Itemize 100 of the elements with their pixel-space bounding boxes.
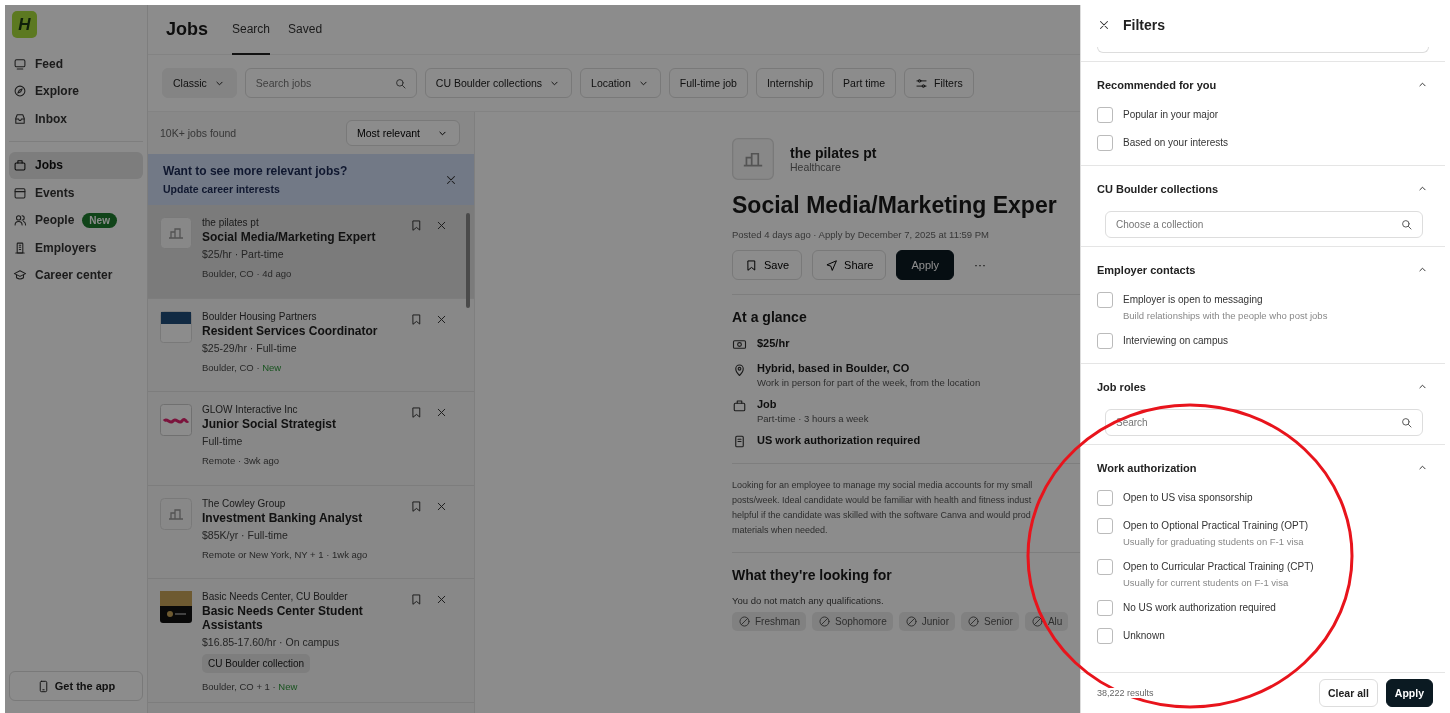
job-pay: Full-time [202,435,244,447]
sidebar-item[interactable]: Jobs [9,151,143,179]
checkbox[interactable] [1097,628,1113,644]
checkbox[interactable] [1097,107,1113,123]
app-logo[interactable]: H [12,11,37,38]
option-label: Open to US visa sponsorship [1123,491,1253,505]
save-button[interactable]: Save [732,250,803,280]
results-count: 10K+ jobs found [160,127,237,139]
close-icon [435,593,448,606]
company-logo-placeholder [732,138,774,180]
update-interests-link[interactable]: Update career interests [163,183,348,195]
company-logo-placeholder [160,217,192,249]
job-card[interactable]: Boulder Housing Partners Resident Services Coordinator $25-29/hr · Full-time Boulder, CO · New [148,298,474,392]
results-count: 38,222 results [1097,688,1154,698]
company-logo [160,310,192,343]
filter-chip[interactable]: Part time [832,68,897,98]
sidebar-item[interactable]: Explore [9,77,143,105]
filter-chip[interactable]: Internship [755,68,825,98]
glance-title: $25/hr [757,337,790,349]
sort-dropdown[interactable]: Most relevant [345,120,460,146]
more-button[interactable]: ··· [963,258,996,272]
filter-chip[interactable]: CU Boulder collections [424,68,573,98]
sidebar-item[interactable]: Inbox [9,105,143,133]
glance-title: US work authorization required [757,434,921,446]
company-name: the pilates pt [790,145,877,161]
qualification-chip: Freshman [732,612,806,631]
job-location: Boulder, CO · [202,361,261,373]
job-pay: $25-29/hr · Full-time [202,341,298,354]
qualification-chip: Alu [1024,612,1069,631]
close-button[interactable] [1097,18,1111,32]
job-title: Basic Needs Center Student Assistants [202,604,364,632]
job-card[interactable]: the pilates pt Social Media/Marketing Expert $25/hr · Part-time Boulder, CO · 4d ago [148,205,474,299]
sidebar-item[interactable]: Employers [9,234,143,262]
building-icon [13,240,27,255]
option-label: Popular in your major [1123,108,1219,122]
filter-chip[interactable]: Full-time job [668,68,748,98]
share-button[interactable]: Share [812,250,887,280]
checkbox[interactable] [1097,518,1113,534]
section-title: Work authorization [1097,461,1197,474]
checkbox[interactable] [1097,600,1113,616]
close-icon [435,406,448,419]
section-title: Employer contacts [1097,263,1196,276]
industry: Healthcare [790,161,842,173]
option-hint: Usually for graduating students on F-1 visa [1123,536,1305,547]
job-card[interactable]: The Cowley Group Investment Banking Analyst $85K/yr · Full-time Remote or New York, NY + 1 · 1wk ago [148,485,474,579]
checkbox[interactable] [1097,559,1113,575]
job-location: Remote · [202,455,243,466]
apply-button[interactable]: Apply [896,250,954,280]
get-app-button[interactable]: Get the app [9,671,143,701]
view-dropdown[interactable]: Classic [162,68,237,98]
option-label: Interviewing on campus [1123,334,1229,348]
sidebar-item[interactable]: Career center [9,261,143,289]
new-badge: New [82,212,117,228]
checkbox[interactable] [1097,135,1113,151]
job-pay: $16.85-17.60/hr · On campus [202,636,341,648]
search-icon [393,76,407,90]
checkbox[interactable] [1097,292,1113,308]
job-title: Social Media/Marketing Expert [202,230,377,244]
clear-button[interactable]: Clear all [1318,679,1378,707]
job-location: Boulder, CO + 1 · [202,681,277,692]
option-label: Unknown [1123,629,1165,643]
tab[interactable]: Saved [288,5,323,55]
checkbox[interactable] [1097,333,1113,349]
option-label: Open to Optional Practical Training (OPT) [1123,519,1309,533]
company-name: Basic Needs Center, CU Boulder [202,591,349,602]
posted-time: New [278,681,298,692]
job-card[interactable]: GLOW Interactive Inc Junior Social Strategist Full-time Remote · 3wk ago [148,392,474,486]
sidebar-item[interactable]: People New [9,206,143,234]
glance-title: Hybrid, based in Boulder, CO [757,362,911,374]
job-pay: $85K/yr · Full-time [202,528,289,541]
glance-detail: Part-time · 3 hours a week [757,413,869,424]
job-title: Social Media/Marketing Exper [732,192,1058,219]
filter-chip[interactable]: Location [580,68,661,98]
apply-button[interactable]: Apply [1385,679,1433,707]
sidebar-item[interactable]: Feed [9,50,143,78]
glance-title: Job [757,398,778,410]
close-icon [1097,18,1111,32]
job-title: Investment Banking Analyst [202,510,364,525]
search-field[interactable]: Choose a collection [1105,211,1423,238]
job-card[interactable]: Basic Needs Center, CU Boulder Basic Needs Center Student Assistants $16.85-17.60/hr · On campus CU Boulder collection Boulder, CO + 1 · New [148,579,474,703]
description-line: Looking for an employee to manage my social media accounts for my small [732,479,1034,492]
tab[interactable]: Search [232,5,271,55]
job-location: Boulder, CO · [202,268,261,279]
job-location: Remote or New York, NY + 1 · [202,548,331,560]
bookmark-icon [410,593,423,606]
compass-icon [13,84,27,99]
briefcase-icon [732,398,747,413]
sidebar-item[interactable]: Events [9,179,143,207]
prohibited-icon [966,615,980,628]
posted-time: 4d ago [262,268,292,279]
job-title: Resident Services Coordinator [202,323,379,338]
people-icon [13,213,27,228]
scrollbar[interactable] [466,213,470,308]
checkbox[interactable] [1097,490,1113,506]
qualification-chip: Senior [960,612,1019,631]
option-label: No US work authorization required [1123,601,1276,615]
option-label: Open to Curricular Practical Training (CPT) [1123,560,1314,574]
document-icon [732,434,747,449]
search-field[interactable]: Search jobs [244,68,417,98]
filter-chip[interactable]: Filters [904,68,974,98]
